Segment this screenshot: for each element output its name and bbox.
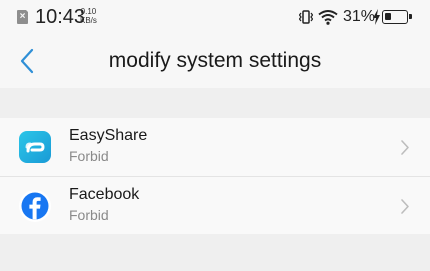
battery-level — [385, 13, 391, 20]
status-bar: 10:43 0.10 KB/s 31% — [0, 0, 430, 34]
app-permission-status: Forbid — [69, 148, 109, 164]
battery-percent: 31% — [343, 8, 376, 25]
app-list: EasyShare Forbid Facebook Forbid — [0, 118, 430, 234]
network-speed-unit: KB/s — [80, 16, 97, 25]
app-name: EasyShare — [69, 127, 148, 144]
facebook-icon — [19, 190, 51, 222]
chevron-right-icon — [401, 199, 409, 214]
charging-icon — [373, 9, 380, 25]
app-name: Facebook — [69, 186, 140, 203]
page-title: modify system settings — [108, 49, 322, 72]
easyshare-icon — [19, 131, 51, 163]
no-sim-icon — [17, 9, 29, 24]
status-time: 10:43 — [35, 6, 86, 28]
wifi-icon — [318, 10, 338, 25]
vibrate-icon — [299, 10, 313, 24]
app-permission-status: Forbid — [69, 207, 109, 223]
battery-icon — [382, 10, 412, 24]
list-item-facebook[interactable]: Facebook Forbid — [0, 176, 430, 234]
network-speed-value: 0.10 — [80, 7, 97, 16]
list-item-easyshare[interactable]: EasyShare Forbid — [0, 118, 430, 176]
top-area: 10:43 0.10 KB/s 31% modify system settin… — [0, 0, 430, 88]
chevron-right-icon — [401, 140, 409, 155]
network-speed: 0.10 KB/s — [80, 7, 97, 25]
